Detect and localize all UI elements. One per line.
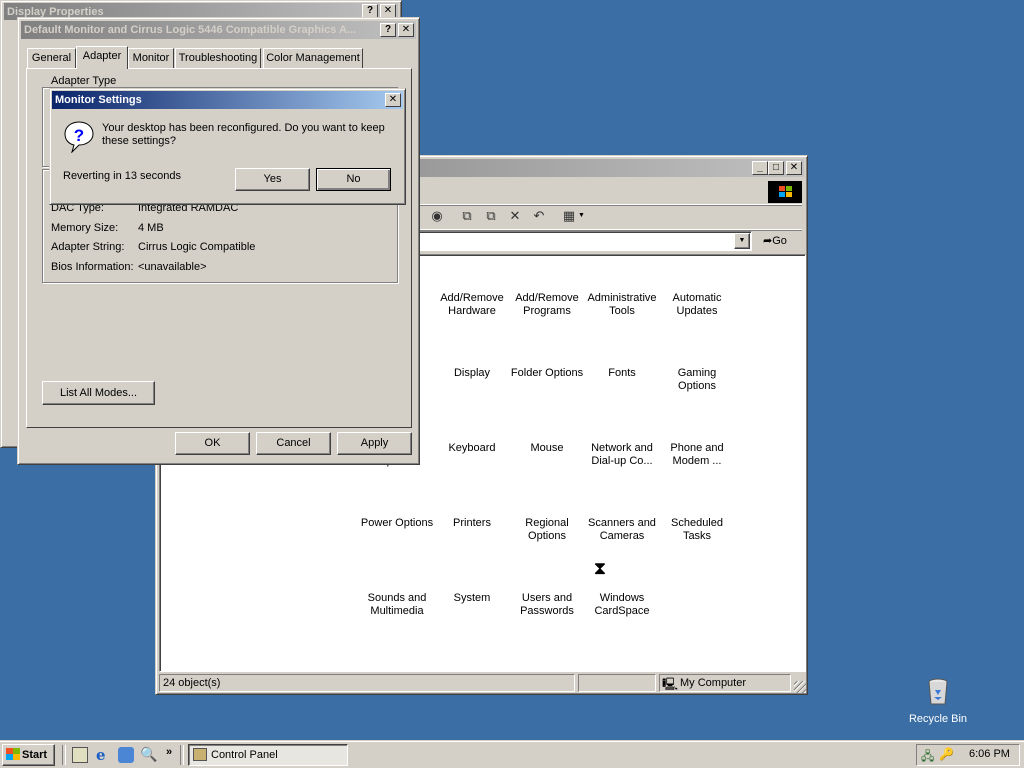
tab-troubleshooting[interactable]: Troubleshooting	[175, 48, 261, 68]
status-bar: 24 object(s) 🖳 My Computer	[159, 674, 806, 693]
yes-button[interactable]: Yes	[235, 168, 310, 191]
monitor-settings-message: Your desktop has been reconfigured. Do y…	[102, 122, 385, 147]
recycle-bin-icon	[927, 678, 949, 706]
svg-text:?: ?	[74, 126, 84, 145]
control-panel-icon	[193, 748, 207, 761]
close-button[interactable]: ✕	[385, 93, 401, 107]
adapter-type-label: Adapter Type	[49, 75, 119, 87]
cp-item-sounds-multimedia[interactable]: Sounds and Multimedia	[359, 592, 435, 618]
cp-item-mouse[interactable]: Mouse	[509, 442, 585, 455]
cp-item-phone-modem[interactable]: Phone and Modem ...	[659, 442, 735, 468]
search-quicklaunch-icon[interactable]: 🔍	[140, 746, 157, 763]
cp-item-add-remove-hardware[interactable]: Add/Remove Hardware	[434, 292, 510, 318]
hourglass-cursor-icon: ⧗	[593, 558, 607, 578]
help-button[interactable]: ?	[362, 4, 378, 18]
windows-logo-icon	[768, 181, 802, 203]
delete-icon[interactable]: ✕	[507, 208, 523, 224]
security-tray-icon[interactable]: 🔑	[939, 747, 954, 761]
list-all-modes-button[interactable]: List All Modes...	[42, 381, 155, 405]
adapter-dialog-titlebar[interactable]: Default Monitor and Cirrus Logic 5446 Co…	[21, 21, 416, 39]
info-value-memory: 4 MB	[138, 222, 164, 234]
taskbar-button-control-panel[interactable]: Control Panel	[188, 744, 348, 766]
recycle-bin-label: Recycle Bin	[908, 713, 968, 725]
cp-item-users-passwords[interactable]: Users and Passwords	[509, 592, 585, 618]
cp-item-display[interactable]: Display	[434, 367, 510, 380]
start-label: Start	[22, 749, 48, 761]
close-button[interactable]: ✕	[380, 4, 396, 18]
ok-button[interactable]: OK	[175, 432, 250, 455]
tab-adapter[interactable]: Adapter	[76, 46, 128, 69]
outlook-express-icon[interactable]	[118, 747, 134, 763]
tab-strip: General Adapter Monitor Troubleshooting …	[27, 46, 407, 69]
cp-item-keyboard[interactable]: Keyboard	[434, 442, 510, 455]
history-icon[interactable]: ◉	[429, 208, 445, 224]
address-dropdown-button[interactable]: ▼	[734, 233, 750, 249]
cp-item-printers[interactable]: Printers	[434, 517, 510, 530]
clock[interactable]: 6:06 PM	[969, 748, 1010, 760]
go-arrow-icon: ➦	[763, 235, 773, 247]
info-value-adapter-string: Cirrus Logic Compatible	[138, 241, 256, 253]
quicklaunch-separator	[62, 745, 66, 765]
cp-item-folder-options[interactable]: Folder Options	[509, 367, 585, 380]
maximize-button[interactable]: □	[768, 161, 784, 175]
cp-item-fonts[interactable]: Fonts	[584, 367, 660, 380]
tab-monitor[interactable]: Monitor	[128, 48, 174, 68]
help-button[interactable]: ?	[380, 23, 396, 37]
status-middle	[578, 674, 656, 692]
taskbar: Start e 🔍 » Control Panel 🖧 🔑 6:06 PM	[0, 740, 1024, 768]
close-button[interactable]: ✕	[398, 23, 414, 37]
cp-item-automatic-updates[interactable]: Automatic Updates	[659, 292, 735, 318]
taskbar-separator	[180, 745, 184, 765]
question-icon: ?	[64, 121, 94, 154]
go-button[interactable]: ➦Go	[763, 232, 799, 250]
windows-flag-icon	[6, 748, 20, 760]
views-icon[interactable]: ▦	[561, 208, 577, 224]
go-label: Go	[772, 235, 787, 247]
cp-item-gaming-options[interactable]: Gaming Options	[659, 367, 735, 393]
my-computer-icon: 🖳	[662, 677, 679, 691]
resize-grip[interactable]	[794, 681, 806, 693]
internet-explorer-icon[interactable]: e	[96, 746, 106, 764]
cp-item-add-remove-programs[interactable]: Add/Remove Programs	[509, 292, 585, 318]
cp-item-windows-cardspace[interactable]: Windows CardSpace	[584, 592, 660, 618]
views-dropdown-arrow[interactable]: ▼	[578, 212, 585, 219]
taskbar-button-label: Control Panel	[211, 749, 278, 761]
info-label-adapter-string: Adapter String:	[51, 241, 125, 253]
cp-item-administrative-tools[interactable]: Administrative Tools	[584, 292, 660, 318]
cancel-button[interactable]: Cancel	[256, 432, 331, 455]
quicklaunch-chevron[interactable]: »	[166, 746, 172, 758]
cp-item-scheduled-tasks[interactable]: Scheduled Tasks	[659, 517, 735, 543]
close-button[interactable]: ✕	[786, 161, 802, 175]
show-desktop-icon[interactable]	[72, 747, 88, 763]
status-location: 🖳 My Computer	[659, 674, 791, 692]
status-object-count: 24 object(s)	[159, 674, 575, 692]
status-location-label: My Computer	[680, 677, 747, 689]
network-tray-icon[interactable]: 🖧	[921, 747, 934, 768]
no-button[interactable]: No	[316, 168, 391, 191]
cp-item-regional-options[interactable]: Regional Options	[509, 517, 585, 543]
copy-to-icon[interactable]: ⧉	[483, 208, 499, 224]
adapter-dialog-title: Default Monitor and Cirrus Logic 5446 Co…	[24, 24, 357, 36]
undo-icon[interactable]: ↶	[531, 208, 547, 224]
tab-color-management[interactable]: Color Management	[263, 48, 363, 68]
cp-item-power-options[interactable]: Power Options	[359, 517, 435, 530]
tab-general[interactable]: General	[27, 48, 76, 68]
recycle-bin-desktop-icon[interactable]: Recycle Bin	[902, 678, 974, 728]
monitor-settings-title: Monitor Settings	[55, 94, 142, 106]
revert-countdown: Reverting in 13 seconds	[63, 170, 182, 182]
monitor-settings-titlebar[interactable]: Monitor Settings ✕	[52, 91, 403, 109]
info-label-memory: Memory Size:	[51, 222, 119, 234]
info-value-bios: <unavailable>	[138, 261, 207, 273]
cp-item-system[interactable]: System	[434, 592, 510, 605]
apply-button[interactable]: Apply	[337, 432, 412, 455]
monitor-settings-dialog: Monitor Settings ✕ ? Your desktop has be…	[49, 88, 406, 205]
adapter-properties-dialog: Default Monitor and Cirrus Logic 5446 Co…	[17, 17, 420, 465]
move-to-icon[interactable]: ⧉	[459, 208, 475, 224]
cp-item-network-dialup[interactable]: Network and Dial-up Co...	[584, 442, 660, 468]
system-tray: 🖧 🔑 6:06 PM	[916, 744, 1020, 766]
cp-item-scanners-cameras[interactable]: Scanners and Cameras	[584, 517, 660, 543]
info-label-bios: Bios Information:	[51, 261, 134, 273]
minimize-button[interactable]: _	[752, 161, 768, 175]
start-button[interactable]: Start	[2, 744, 55, 766]
